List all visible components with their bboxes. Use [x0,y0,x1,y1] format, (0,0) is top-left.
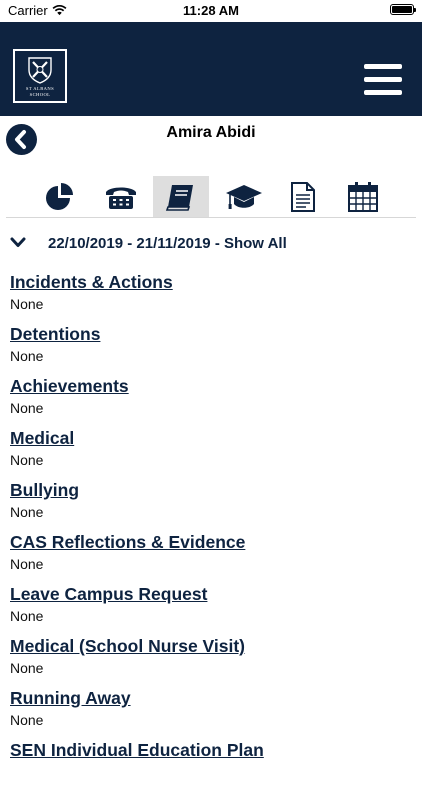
section-value: None [10,608,44,624]
section-medical-nurse-visit: Medical (School Nurse Visit) None [10,634,420,686]
pie-chart-icon [46,183,73,210]
section-link[interactable]: SEN Individual Education Plan [10,738,420,762]
section-link[interactable]: Medical (School Nurse Visit) [10,634,420,658]
record-sections: Incidents & Actions None Detentions None… [10,270,420,790]
tab-records[interactable] [153,176,209,218]
book-icon [165,185,193,211]
section-link[interactable]: CAS Reflections & Evidence [10,530,420,554]
section-value: None [10,452,44,468]
section-link[interactable]: Medical [10,426,420,450]
chevron-down-icon [10,237,26,247]
status-time: 11:28 AM [183,3,239,18]
section-link[interactable]: Bullying [10,478,420,502]
tab-overview[interactable] [32,176,88,218]
section-link[interactable]: Running Away [10,686,420,710]
hamburger-menu-icon[interactable] [364,64,402,96]
section-sen-iep: SEN Individual Education Plan [10,738,420,790]
tab-divider [6,217,416,218]
section-cas-reflections: CAS Reflections & Evidence None [10,530,420,582]
shield-icon [28,57,52,84]
battery-icon [390,4,416,15]
section-value: None [10,348,44,364]
section-value: None [10,660,44,676]
logo-text: ST ALBANS SCHOOL [15,86,65,97]
status-bar: Carrier 11:28 AM [0,0,422,22]
section-value: None [10,504,44,520]
tab-academics[interactable] [214,176,270,218]
section-achievements: Achievements None [10,374,420,426]
graduation-cap-icon [226,185,262,209]
app-header: ST ALBANS SCHOOL [0,22,422,116]
section-value: None [10,296,44,312]
section-value: None [10,400,44,416]
school-logo[interactable]: ST ALBANS SCHOOL [13,49,67,103]
section-value: None [10,556,44,572]
section-detentions: Detentions None [10,322,420,374]
section-medical: Medical None [10,426,420,478]
logo-line-2: SCHOOL [29,91,51,97]
section-incidents-actions: Incidents & Actions None [10,270,420,322]
student-name: Amira Abidi [166,124,256,141]
section-link[interactable]: Detentions [10,322,420,346]
section-bullying: Bullying None [10,478,420,530]
date-range-text: 22/10/2019 - 21/11/2019 - Show All [48,235,287,252]
document-icon [291,182,315,212]
tab-reports[interactable] [275,176,331,218]
tab-contacts[interactable] [93,176,149,218]
section-leave-campus-request: Leave Campus Request None [10,582,420,634]
section-link[interactable]: Achievements [10,374,420,398]
calendar-icon [348,182,378,212]
telephone-icon [106,187,136,209]
tab-calendar[interactable] [335,176,391,218]
section-value: None [10,712,44,728]
section-running-away: Running Away None [10,686,420,738]
section-link[interactable]: Incidents & Actions [10,270,420,294]
section-link[interactable]: Leave Campus Request [10,582,420,606]
tab-bar [32,176,392,218]
